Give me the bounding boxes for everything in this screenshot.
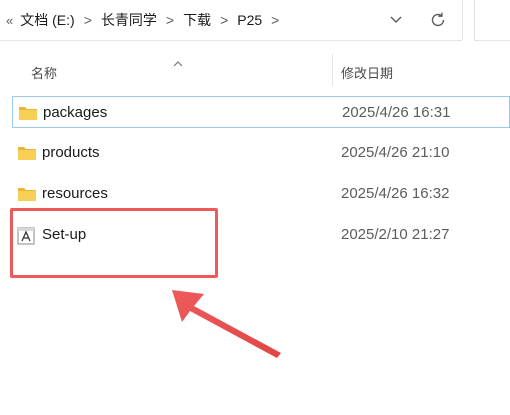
annotation-arrow-icon	[172, 290, 281, 358]
